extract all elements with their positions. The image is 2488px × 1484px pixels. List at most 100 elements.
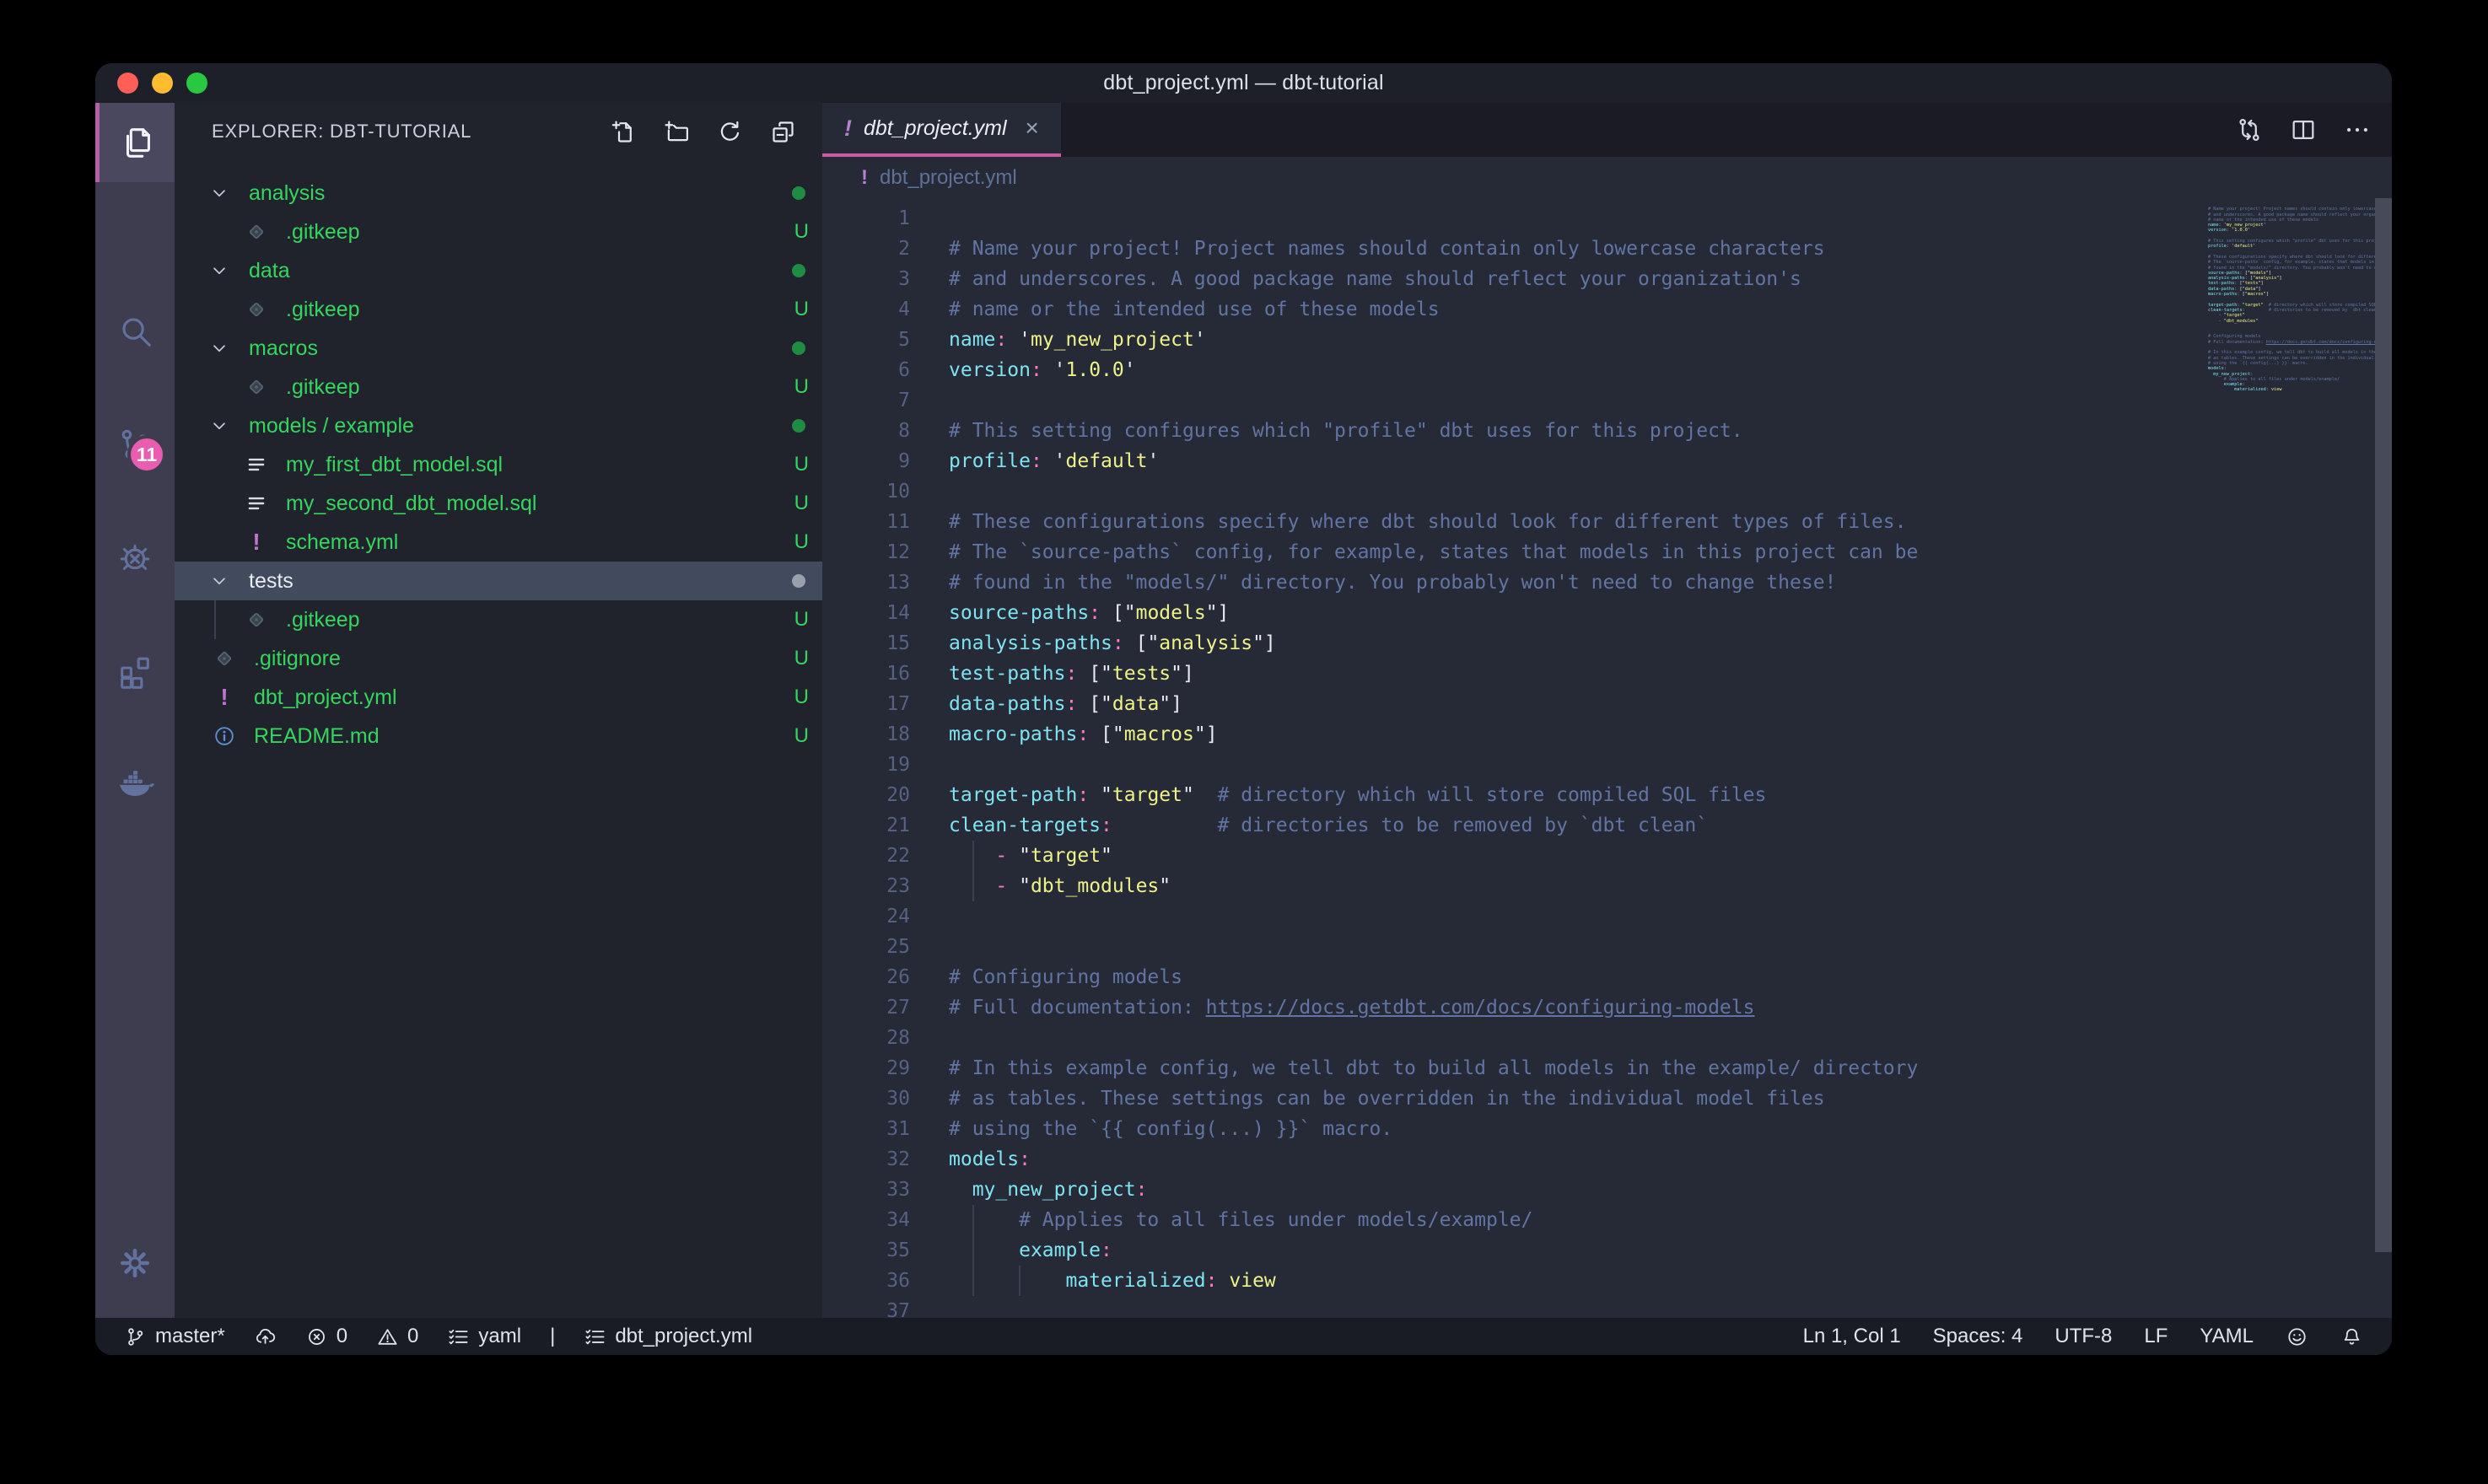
activity-search[interactable] bbox=[95, 292, 175, 371]
code-line[interactable]: analysis-paths: ["analysis"] bbox=[949, 628, 2208, 659]
language-mode[interactable]: YAML bbox=[2200, 1325, 2254, 1348]
feedback[interactable] bbox=[2286, 1325, 2308, 1348]
explorer-actions bbox=[610, 118, 797, 146]
new-file-icon[interactable] bbox=[610, 118, 638, 146]
publish-changes[interactable] bbox=[254, 1325, 277, 1348]
code-line[interactable] bbox=[949, 932, 2208, 962]
code-line[interactable] bbox=[949, 1023, 2208, 1053]
code-line[interactable]: # Configuring models bbox=[949, 962, 2208, 992]
code-line[interactable]: name: 'my_new_project' bbox=[949, 325, 2208, 355]
code-line[interactable]: - "target" bbox=[949, 841, 2208, 871]
code-line[interactable] bbox=[949, 901, 2208, 932]
close-button[interactable] bbox=[117, 73, 138, 94]
editor-scrollbar[interactable] bbox=[2375, 198, 2392, 1252]
linter-file[interactable]: dbt_project.yml bbox=[584, 1325, 752, 1348]
code-line[interactable]: test-paths: ["tests"] bbox=[949, 659, 2208, 689]
code-line[interactable]: # as tables. These settings can be overr… bbox=[949, 1083, 2208, 1114]
close-tab-icon[interactable]: × bbox=[1026, 115, 1039, 142]
code-line[interactable]: # Name your project! Project names shoul… bbox=[949, 234, 2208, 264]
tab-dbt-project-yml[interactable]: ! dbt_project.yml × bbox=[822, 103, 1061, 157]
code-line[interactable]: # Applies to all files under models/exam… bbox=[949, 1205, 2208, 1235]
activity-docker[interactable] bbox=[95, 744, 175, 823]
tree-file-my-second-dbt-model-sql[interactable]: my_second_dbt_model.sqlU bbox=[175, 484, 822, 523]
code-line[interactable] bbox=[949, 476, 2208, 507]
more-actions-icon[interactable] bbox=[2343, 116, 2372, 144]
cursor-position[interactable]: Ln 1, Col 1 bbox=[1803, 1325, 1901, 1348]
refresh-icon[interactable] bbox=[716, 118, 744, 146]
activity-gear[interactable] bbox=[95, 1223, 175, 1303]
code-line[interactable]: version: '1.0.0' bbox=[949, 355, 2208, 385]
errors-count[interactable]: 0 bbox=[305, 1325, 347, 1348]
tree-file--gitignore[interactable]: .gitignoreU bbox=[175, 639, 822, 678]
indent-guide bbox=[972, 1266, 974, 1296]
indent-guide bbox=[1019, 1266, 1021, 1296]
tree-file--gitkeep[interactable]: .gitkeepU bbox=[175, 368, 822, 406]
code-line[interactable]: macro-paths: ["macros"] bbox=[949, 719, 2208, 750]
activity-files[interactable] bbox=[95, 103, 175, 182]
tree-folder-tests[interactable]: tests bbox=[175, 562, 822, 600]
code-line[interactable]: materialized: view bbox=[949, 1266, 2208, 1296]
code-line[interactable]: source-paths: ["models"] bbox=[949, 598, 2208, 628]
code-line[interactable]: example: bbox=[949, 1235, 2208, 1266]
code-line[interactable]: # The `source-paths` config, for example… bbox=[949, 537, 2208, 567]
folder-modified-dot bbox=[792, 574, 805, 588]
code-content[interactable]: # Name your project! Project names shoul… bbox=[949, 198, 2208, 1318]
code-line[interactable]: # found in the "models/" directory. You … bbox=[949, 567, 2208, 598]
code-line[interactable]: # This setting configures which "profile… bbox=[949, 416, 2208, 446]
code-line[interactable]: data-paths: ["data"] bbox=[949, 689, 2208, 719]
tree-file--gitkeep[interactable]: .gitkeepU bbox=[175, 290, 822, 329]
code-line[interactable] bbox=[949, 385, 2208, 416]
tree-folder-data[interactable]: data bbox=[175, 251, 822, 290]
code-line[interactable] bbox=[949, 1296, 2208, 1318]
tree-file-my-first-dbt-model-sql[interactable]: my_first_dbt_model.sqlU bbox=[175, 445, 822, 484]
code-line[interactable]: target-path: "target" # directory which … bbox=[949, 780, 2208, 810]
title-bar[interactable]: dbt_project.yml — dbt-tutorial bbox=[95, 63, 2392, 103]
list-check-icon bbox=[447, 1325, 470, 1348]
code-line[interactable]: # These configurations specify where dbt… bbox=[949, 507, 2208, 537]
notifications[interactable] bbox=[2340, 1325, 2363, 1348]
code-line[interactable]: my_new_project: bbox=[949, 1175, 2208, 1205]
code-line[interactable]: clean-targets: # directories to be remov… bbox=[949, 810, 2208, 841]
split-editor-icon[interactable] bbox=[2289, 116, 2318, 144]
breadcrumb[interactable]: ! dbt_project.yml bbox=[822, 157, 2392, 198]
tree-folder-analysis[interactable]: analysis bbox=[175, 174, 822, 212]
zoom-button[interactable] bbox=[186, 73, 207, 94]
tree-file--gitkeep[interactable]: .gitkeepU bbox=[175, 212, 822, 251]
tree-folder-macros[interactable]: macros bbox=[175, 329, 822, 368]
minimize-button[interactable] bbox=[152, 73, 173, 94]
new-folder-icon[interactable] bbox=[663, 118, 691, 146]
code-line[interactable]: # using the `{{ config(...) }}` macro. bbox=[949, 1114, 2208, 1144]
tree-file--gitkeep[interactable]: .gitkeepU bbox=[175, 600, 822, 639]
indentation[interactable]: Spaces: 4 bbox=[1933, 1325, 2023, 1348]
activity-source-control[interactable]: 11 bbox=[95, 405, 175, 484]
code-line[interactable] bbox=[949, 203, 2208, 234]
linter-yaml[interactable]: yaml bbox=[447, 1325, 521, 1348]
code-line[interactable]: profile: 'default' bbox=[949, 446, 2208, 476]
code-editor[interactable]: 1234567891011121314151617181920212223242… bbox=[822, 198, 2392, 1318]
tree-file-dbt-project-yml[interactable]: !dbt_project.ymlU bbox=[175, 678, 822, 717]
collapse-all-icon[interactable] bbox=[769, 118, 797, 146]
activity-debug[interactable] bbox=[95, 518, 175, 597]
code-line[interactable]: # Full documentation: https://docs.getdb… bbox=[949, 992, 2208, 1023]
activity-extensions[interactable] bbox=[95, 631, 175, 710]
code-line[interactable]: - "dbt_modules" bbox=[949, 871, 2208, 901]
warnings-count[interactable]: 0 bbox=[376, 1325, 418, 1348]
tree-file-schema-yml[interactable]: !schema.ymlU bbox=[175, 523, 822, 562]
branch-status[interactable]: master* bbox=[124, 1325, 225, 1348]
eol[interactable]: LF bbox=[2144, 1325, 2168, 1348]
code-line[interactable]: models: bbox=[949, 1144, 2208, 1175]
yaml-file-icon: ! bbox=[210, 683, 239, 712]
code-line[interactable]: # name or the intended use of these mode… bbox=[949, 294, 2208, 325]
tree-file-readme-md[interactable]: README.mdU bbox=[175, 717, 822, 755]
tree-folder-models-example[interactable]: models / example bbox=[175, 406, 822, 445]
tree-item-label: .gitkeep bbox=[286, 220, 360, 245]
open-changes-icon[interactable] bbox=[2235, 116, 2264, 144]
breadcrumb-file[interactable]: dbt_project.yml bbox=[880, 166, 1017, 190]
code-line[interactable] bbox=[949, 750, 2208, 780]
code-line[interactable]: # and underscores. A good package name s… bbox=[949, 264, 2208, 294]
code-line[interactable]: # In this example config, we tell dbt to… bbox=[949, 1053, 2208, 1083]
yaml-file-icon: ! bbox=[844, 116, 852, 142]
minimap[interactable]: # Name your project! Project names shoul… bbox=[2208, 198, 2392, 1318]
encoding[interactable]: UTF-8 bbox=[2054, 1325, 2112, 1348]
line-number: 12 bbox=[822, 537, 949, 567]
